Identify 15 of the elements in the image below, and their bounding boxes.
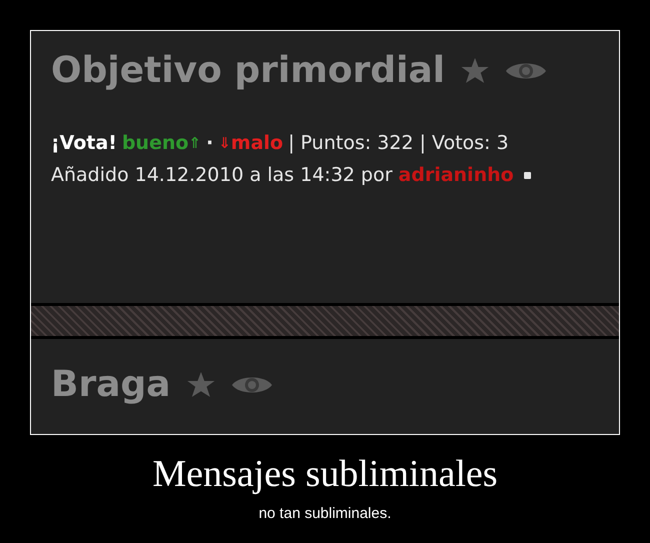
star-icon[interactable] xyxy=(461,58,490,84)
vote-stats: | Puntos: 322 | Votos: 3 xyxy=(288,131,509,156)
good-vote-link[interactable]: bueno xyxy=(122,127,189,159)
poster-subtitle: no tan subliminales. xyxy=(258,504,392,524)
up-arrow-icon[interactable]: ⇑ xyxy=(188,127,202,159)
author-link[interactable]: adrianinho xyxy=(398,159,514,191)
poster-title: Mensajes subliminales xyxy=(152,452,498,497)
post-title[interactable]: Objetivo primordial xyxy=(51,53,446,89)
down-arrow-icon[interactable]: ⇓ xyxy=(218,127,231,159)
star-icon[interactable] xyxy=(186,372,215,398)
vote-label: ¡Vota! xyxy=(51,131,117,156)
added-info: Añadido 14.12.2010 a las 14:32 por xyxy=(51,163,392,188)
separator: · xyxy=(206,131,214,156)
bad-vote-link[interactable]: malo xyxy=(230,127,284,159)
post-title[interactable]: Braga xyxy=(51,367,171,403)
